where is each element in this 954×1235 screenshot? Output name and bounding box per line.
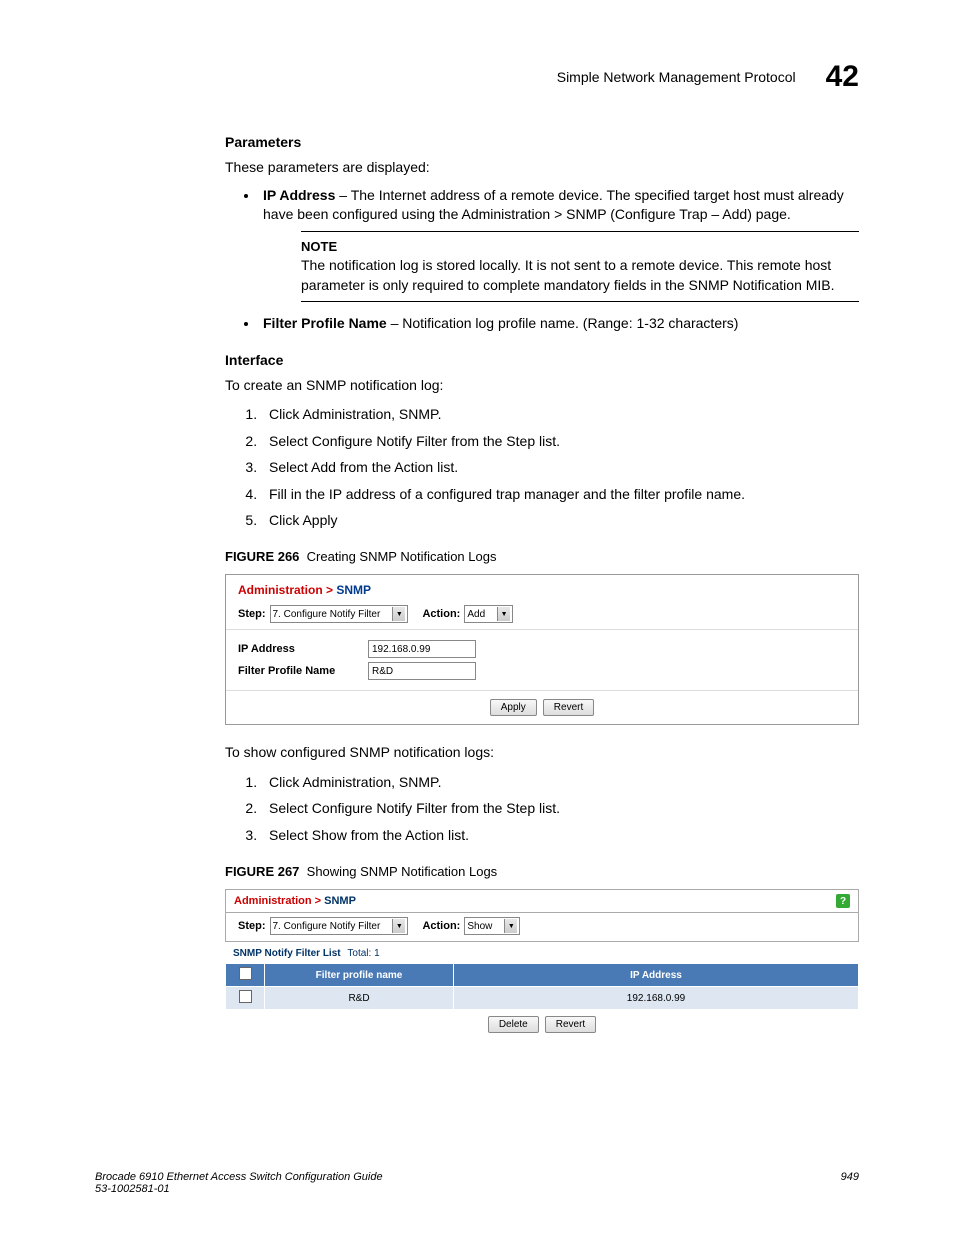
parameters-lead: These parameters are displayed: xyxy=(225,158,859,178)
revert-button[interactable]: Revert xyxy=(545,1016,596,1033)
delete-button[interactable]: Delete xyxy=(488,1016,539,1033)
interface-heading: Interface xyxy=(225,352,859,368)
param-ip: IP Address – The Internet address of a r… xyxy=(259,186,859,303)
col-ip-address: IP Address xyxy=(454,964,859,987)
show-lead: To show configured SNMP notification log… xyxy=(225,743,859,763)
col-filter-profile: Filter profile name xyxy=(265,964,454,987)
action-label: Action: xyxy=(422,608,460,620)
chevron-down-icon: ▼ xyxy=(392,607,405,621)
ip-address-label: IP Address xyxy=(238,643,368,655)
list-title: SNMP Notify Filter List Total: 1 xyxy=(225,942,859,963)
table-row: R&D 192.168.0.99 xyxy=(226,987,859,1010)
parameters-heading: Parameters xyxy=(225,134,859,150)
select-all-checkbox[interactable] xyxy=(239,967,252,980)
chevron-down-icon: ▼ xyxy=(392,919,405,933)
step-select[interactable]: 7. Configure Notify Filter▼ xyxy=(270,917,409,935)
row-checkbox[interactable] xyxy=(239,990,252,1003)
revert-button[interactable]: Revert xyxy=(543,699,594,716)
note-box: NOTE The notification log is stored loca… xyxy=(301,231,859,302)
filter-profile-label: Filter Profile Name xyxy=(238,665,368,677)
note-text: The notification log is stored locally. … xyxy=(301,256,859,295)
filter-profile-input[interactable]: R&D xyxy=(368,662,476,680)
ip-address-input[interactable]: 192.168.0.99 xyxy=(368,640,476,658)
interface-lead: To create an SNMP notification log: xyxy=(225,376,859,396)
header-title: Simple Network Management Protocol xyxy=(557,69,796,85)
create-steps: Click Administration, SNMP. Select Confi… xyxy=(225,403,859,531)
breadcrumb: Administration > SNMP xyxy=(226,575,858,601)
figure-267-caption: FIGURE 267 Showing SNMP Notification Log… xyxy=(225,864,859,879)
filter-table: Filter profile name IP Address R&D 192.1… xyxy=(225,963,859,1010)
param-filter-profile: Filter Profile Name – Notification log p… xyxy=(259,314,859,334)
page-number: 949 xyxy=(841,1171,859,1195)
chevron-down-icon: ▼ xyxy=(504,919,517,933)
breadcrumb: Administration > SNMP xyxy=(234,895,356,907)
show-steps: Click Administration, SNMP. Select Confi… xyxy=(225,771,859,846)
cell-ip-address: 192.168.0.99 xyxy=(454,987,859,1010)
step-select[interactable]: 7. Configure Notify Filter▼ xyxy=(270,605,409,623)
page-footer: Brocade 6910 Ethernet Access Switch Conf… xyxy=(95,1171,859,1195)
apply-button[interactable]: Apply xyxy=(490,699,537,716)
figure-266-panel: Administration > SNMP Step: 7. Configure… xyxy=(225,574,859,725)
chevron-down-icon: ▼ xyxy=(497,607,510,621)
action-select[interactable]: Show▼ xyxy=(464,917,520,935)
footer-title: Brocade 6910 Ethernet Access Switch Conf… xyxy=(95,1171,383,1183)
action-select[interactable]: Add▼ xyxy=(464,605,513,623)
step-label: Step: xyxy=(238,920,266,932)
chapter-number: 42 xyxy=(826,60,859,94)
action-label: Action: xyxy=(422,920,460,932)
footer-docnum: 53-1002581-01 xyxy=(95,1183,383,1195)
step-label: Step: xyxy=(238,608,266,620)
header-checkbox-cell xyxy=(226,964,265,987)
note-title: NOTE xyxy=(301,238,859,256)
help-icon[interactable]: ? xyxy=(836,894,850,908)
figure-267-panel: Administration > SNMP ? Step: 7. Configu… xyxy=(225,889,859,1039)
cell-filter-profile: R&D xyxy=(265,987,454,1010)
figure-266-caption: FIGURE 266 Creating SNMP Notification Lo… xyxy=(225,549,859,564)
